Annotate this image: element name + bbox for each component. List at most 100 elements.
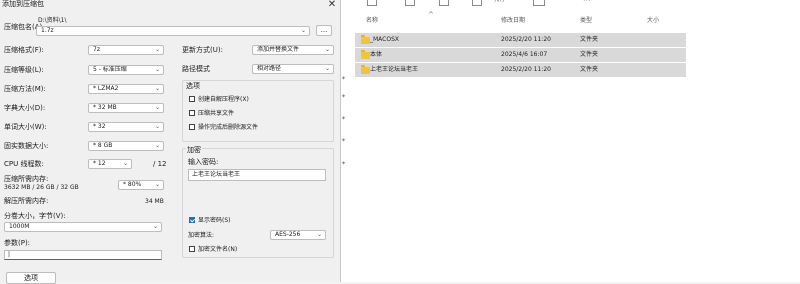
file-type: 文件夹: [580, 51, 599, 58]
params-value: |: [8, 251, 11, 258]
column-type[interactable]: 类型: [580, 17, 592, 25]
chevron-down-icon: ⌄: [324, 65, 330, 72]
enc-method-label: 加密算法:: [188, 232, 215, 239]
update-mode-select[interactable]: 添加并替换文件 ⌄: [252, 45, 334, 55]
sfx-checkbox[interactable]: [189, 96, 195, 102]
chevron-down-icon: ⌄: [152, 223, 158, 230]
chevron-down-icon: ⌄: [154, 104, 160, 111]
list-item[interactable]: 上老王论坛当老王 2025/2/20 11:20 文件夹: [355, 63, 686, 77]
cut-icon[interactable]: [367, 0, 377, 6]
method-select[interactable]: * LZMA2 ⌄: [88, 84, 164, 94]
paste-icon[interactable]: [439, 0, 449, 6]
file-explorer: 排序 ··· ^ 名称 修改日期 类型 大小 _MACOSX 2025/2/20…: [341, 0, 800, 282]
mem-decompress-label: 解压所需内存:: [4, 197, 49, 205]
file-type: 文件夹: [580, 36, 599, 43]
shared-checkbox[interactable]: [189, 110, 195, 116]
sort-arrow-icon: ^: [428, 11, 434, 19]
method-value: * LZMA2: [93, 85, 119, 92]
dict-select[interactable]: * 32 MB ⌄: [88, 103, 164, 113]
chevron-down-icon: ⌄: [154, 123, 160, 130]
file-name: _MACOSX: [370, 36, 400, 43]
encrypt-names-checkbox[interactable]: [189, 246, 195, 252]
column-size[interactable]: 大小: [647, 17, 659, 25]
format-value: 7z: [93, 46, 100, 53]
chevron-down-icon: ⌄: [300, 27, 306, 34]
folder-icon: [361, 65, 370, 74]
show-password-checkbox[interactable]: [189, 217, 195, 223]
show-password-label: 显示密码(S): [198, 217, 231, 224]
split-label: 分卷大小，字节(V):: [4, 212, 66, 220]
file-date: 2025/4/6 16:07: [501, 51, 548, 58]
enc-method-value: AES-256: [275, 231, 301, 238]
solid-value: * 8 GB: [93, 142, 113, 149]
column-name[interactable]: 名称: [366, 17, 378, 25]
list-item[interactable]: _MACOSX 2025/2/20 11:20 文件夹: [355, 33, 686, 47]
add-to-archive-dialog: 添加到压缩包 ✕ 压缩包名(A) D:\资料\1\ 1.7z ⌄ ... 压缩格…: [0, 0, 341, 284]
chevron-down-icon: ⌄: [324, 46, 330, 53]
threads-value: * 12: [93, 160, 106, 167]
pin-icon: ✦: [341, 75, 347, 82]
solid-select[interactable]: * 8 GB ⌄: [88, 141, 164, 151]
mem-percent-select[interactable]: * 80% ⌄: [118, 180, 164, 190]
params-input[interactable]: |: [4, 250, 162, 260]
password-value: 上老王论坛当老王: [192, 171, 241, 178]
file-type: 文件夹: [580, 66, 599, 73]
file-date: 2025/2/20 11:20: [501, 66, 551, 73]
level-select[interactable]: 5 - 标准压缩 ⌄: [88, 65, 164, 75]
word-label: 单词大小(W):: [4, 123, 47, 131]
dialog-titlebar: 添加到压缩包 ✕: [0, 0, 340, 12]
chevron-down-icon: ⌄: [154, 142, 160, 149]
folder-icon: [361, 50, 370, 59]
column-date[interactable]: 修改日期: [501, 17, 525, 25]
options-group-title: 选项: [186, 82, 200, 90]
update-mode-value: 添加并替换文件: [257, 46, 300, 53]
archive-path: D:\资料\1\: [38, 17, 67, 24]
path-mode-label: 路径模式: [182, 65, 210, 73]
delete-label: 操作完成后删除源文件: [198, 124, 259, 131]
chevron-down-icon: ⌄: [154, 181, 160, 188]
word-select[interactable]: * 32 ⌄: [88, 122, 164, 132]
update-mode-label: 更新方式(U):: [182, 46, 223, 54]
rename-icon[interactable]: [472, 0, 482, 6]
password-label: 输入密码:: [188, 158, 219, 166]
copy-icon[interactable]: [405, 0, 415, 6]
file-name: 本体: [370, 51, 383, 58]
pin-icon: ✦: [341, 115, 347, 122]
mem-percent-value: * 80%: [123, 181, 142, 188]
file-date: 2025/2/20 11:20: [501, 36, 551, 43]
password-input[interactable]: 上老王论坛当老王: [188, 169, 326, 181]
file-name: 上老王论坛当老王: [370, 66, 419, 73]
delete-checkbox[interactable]: [189, 124, 195, 130]
close-icon[interactable]: ✕: [326, 0, 338, 11]
dict-value: * 32 MB: [93, 104, 117, 111]
chevron-down-icon: ⌄: [154, 46, 160, 53]
view-icon[interactable]: [533, 0, 545, 6]
format-label: 压缩格式(F):: [4, 46, 44, 54]
threads-label: CPU 线程数:: [4, 160, 44, 168]
encryption-group-title: 加密: [186, 146, 202, 155]
solid-label: 固实数据大小:: [4, 142, 49, 150]
pin-icon: ✦: [341, 93, 347, 100]
sort-label[interactable]: 排序: [494, 0, 506, 4]
path-mode-select[interactable]: 相对路径 ⌄: [252, 64, 334, 74]
pin-icon: ✦: [341, 137, 347, 144]
params-label: 参数(P):: [4, 239, 31, 247]
threads-select[interactable]: * 12 ⌄: [88, 159, 132, 169]
mem-decompress-value: 34 MB: [145, 198, 164, 205]
encrypt-names-label: 加密文件名(N): [198, 246, 238, 253]
format-select[interactable]: 7z ⌄: [88, 45, 164, 55]
method-label: 压缩方法(M):: [4, 85, 46, 93]
archive-name-value: 1.7z: [41, 27, 54, 34]
enc-method-select[interactable]: AES-256 ⌄: [270, 230, 326, 240]
word-value: * 32: [93, 123, 106, 130]
list-item[interactable]: 本体 2025/4/6 16:07 文件夹: [355, 48, 686, 62]
split-value: 1000M: [9, 223, 30, 230]
browse-button[interactable]: ...: [316, 25, 332, 36]
more-icon[interactable]: ···: [583, 0, 591, 5]
archive-name-combobox[interactable]: 1.7z ⌄: [36, 26, 310, 36]
split-select[interactable]: 1000M ⌄: [4, 222, 162, 232]
path-mode-value: 相对路径: [257, 65, 282, 72]
pin-icon: ✦: [341, 160, 347, 167]
options-button[interactable]: 选项: [6, 272, 56, 284]
level-value: 5 - 标准压缩: [93, 66, 127, 73]
